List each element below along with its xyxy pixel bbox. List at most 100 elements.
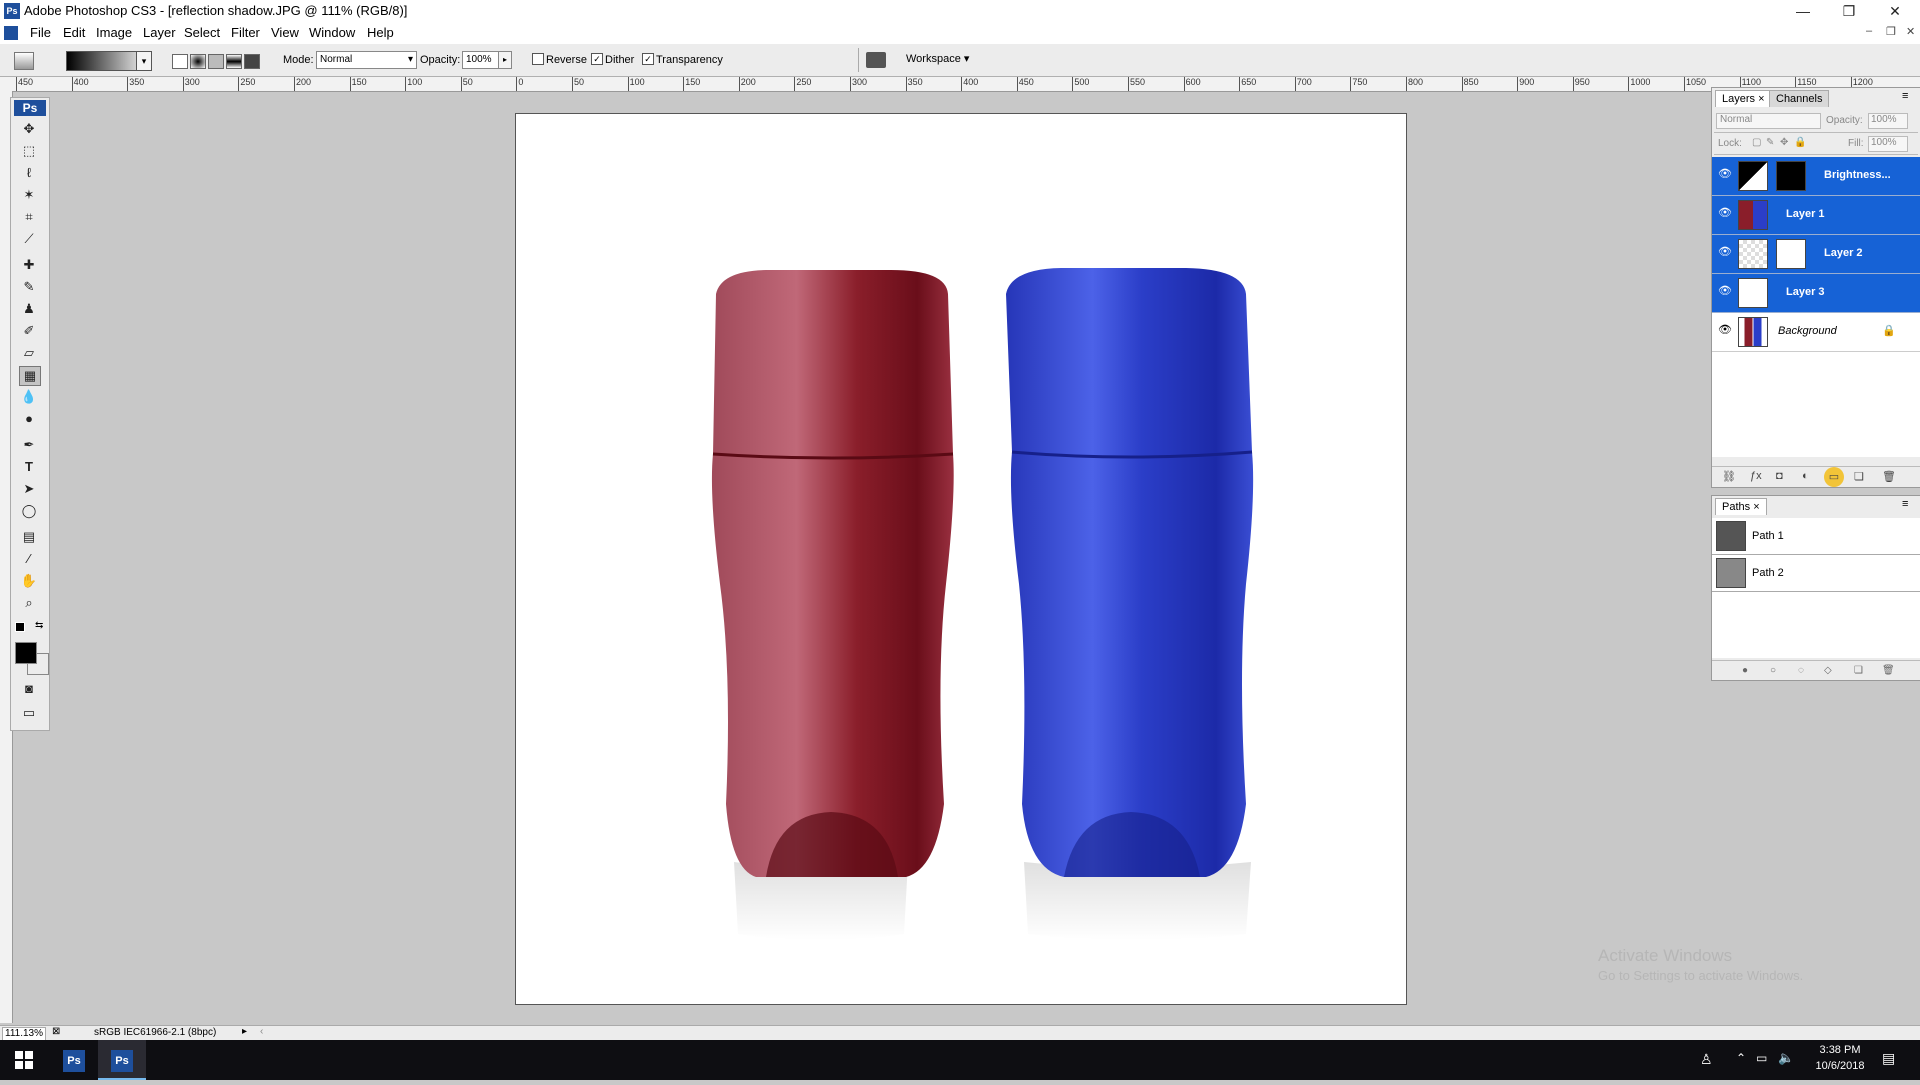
document-canvas[interactable] (515, 113, 1407, 1005)
brush-tool-icon[interactable]: ✎ (19, 278, 39, 296)
zoom-tool-icon[interactable]: ⌕ (19, 594, 39, 612)
gradient-picker-dropdown[interactable]: ▾ (136, 51, 152, 71)
doc-restore-button[interactable]: ❐ (1886, 25, 1896, 38)
visibility-eye-icon[interactable]: 👁 (1716, 167, 1734, 185)
doc-close-button[interactable]: ✕ (1906, 25, 1915, 38)
network-icon[interactable]: ▭ (1756, 1051, 1767, 1065)
mode-select[interactable]: Normal ▾ (316, 51, 417, 69)
new-path-icon[interactable]: ❏ (1854, 665, 1863, 676)
lasso-tool-icon[interactable]: ℓ (19, 164, 39, 182)
document-icon[interactable] (4, 26, 18, 40)
menu-filter[interactable]: Filter (231, 25, 260, 40)
history-brush-tool-icon[interactable]: ✐ (19, 322, 39, 340)
default-colors-icon[interactable] (15, 622, 25, 632)
visibility-eye-icon[interactable]: 👁 (1716, 323, 1734, 341)
menu-edit[interactable]: Edit (63, 25, 85, 40)
quick-mask-icon[interactable]: ◙ (19, 680, 39, 698)
menu-image[interactable]: Image (96, 25, 132, 40)
link-layers-icon[interactable]: ⛓ (1722, 470, 1736, 483)
panel-menu-icon[interactable]: ≡ (1902, 90, 1908, 102)
delete-layer-icon[interactable]: 🗑 (1882, 470, 1896, 483)
diamond-gradient-icon[interactable] (244, 54, 260, 69)
path-row[interactable]: Path 1 (1712, 518, 1920, 555)
status-menu-arrow-icon[interactable]: ▸ (242, 1026, 247, 1037)
swap-colors-icon[interactable]: ⇆ (35, 620, 43, 631)
bridge-icon[interactable] (866, 52, 886, 68)
close-button[interactable]: ✕ (1872, 0, 1918, 22)
angle-gradient-icon[interactable] (208, 54, 224, 69)
delete-path-icon[interactable]: 🗑 (1882, 665, 1895, 676)
close-icon[interactable]: × (1758, 93, 1764, 105)
magic-wand-tool-icon[interactable]: ✶ (19, 186, 39, 204)
zoom-field[interactable]: 111.13% (2, 1027, 46, 1041)
reverse-checkbox[interactable] (532, 53, 544, 65)
tab-paths[interactable]: Paths × (1715, 498, 1767, 515)
gradient-tool-preset-icon[interactable] (14, 52, 34, 70)
volume-icon[interactable]: 🔈 (1778, 1050, 1794, 1066)
eyedropper-tool-icon[interactable]: ⁄ (19, 550, 39, 568)
layer-row-background[interactable]: 👁 Background 🔒 (1712, 313, 1920, 352)
taskbar-app-photoshop-active[interactable]: Ps (98, 1040, 146, 1080)
fill-field[interactable]: 100% (1868, 136, 1908, 152)
transparency-checkbox[interactable]: ✓ (642, 53, 654, 65)
chevron-up-icon[interactable]: ⌃ (1736, 1051, 1746, 1065)
lock-pixels-icon[interactable]: ✎ (1766, 137, 1774, 148)
close-icon[interactable]: × (1753, 501, 1759, 513)
layer-style-icon[interactable]: ƒx (1750, 470, 1762, 482)
minimize-button[interactable]: — (1780, 0, 1826, 22)
lock-position-icon[interactable]: ✥ (1780, 137, 1788, 148)
restore-button[interactable]: ❐ (1826, 0, 1872, 22)
marquee-tool-icon[interactable]: ⬚ (19, 142, 39, 160)
eraser-tool-icon[interactable]: ▱ (19, 344, 39, 362)
layer-row-layer3[interactable]: 👁 Layer 3 (1712, 274, 1920, 313)
linear-gradient-icon[interactable] (172, 54, 188, 69)
move-tool-icon[interactable]: ✥ (19, 120, 39, 138)
people-icon[interactable]: ♙ (1700, 1051, 1713, 1068)
layer-row-layer2[interactable]: 👁 Layer 2 (1712, 235, 1920, 274)
menu-layer[interactable]: Layer (143, 25, 176, 40)
adjustment-layer-button-icon[interactable]: ◐ (1802, 470, 1809, 482)
action-center-icon[interactable]: ▤ (1882, 1050, 1895, 1067)
dither-checkbox[interactable]: ✓ (591, 53, 603, 65)
type-tool-icon[interactable]: T (19, 458, 39, 476)
workspace-button[interactable]: Workspace ▾ (906, 52, 969, 65)
taskbar-app-photoshop[interactable]: Ps (50, 1040, 98, 1080)
layer-mask-thumbnail[interactable] (1776, 239, 1806, 269)
crop-tool-icon[interactable]: ⌗ (19, 208, 39, 226)
opacity-slider-arrow-icon[interactable]: ▸ (498, 51, 512, 69)
tab-layers[interactable]: Layers × (1715, 90, 1772, 107)
visibility-eye-icon[interactable]: 👁 (1716, 206, 1734, 224)
load-selection-icon[interactable]: ◌ (1798, 665, 1804, 676)
visibility-eye-icon[interactable]: 👁 (1716, 245, 1734, 263)
visibility-eye-icon[interactable]: 👁 (1716, 284, 1734, 302)
menu-file[interactable]: File (30, 25, 51, 40)
start-button[interactable] (0, 1040, 48, 1080)
lock-all-icon[interactable]: 🔒 (1794, 137, 1806, 148)
blur-tool-icon[interactable]: 💧 (19, 388, 39, 406)
clock[interactable]: 3:38 PM 10/6/2018 (1810, 1044, 1870, 1072)
layer-row-layer1[interactable]: 👁 Layer 1 (1712, 196, 1920, 235)
doc-minimize-button[interactable]: – (1866, 25, 1872, 37)
new-layer-icon[interactable]: ❏ (1854, 470, 1864, 483)
path-selection-tool-icon[interactable]: ➤ (19, 480, 39, 498)
menu-help[interactable]: Help (367, 25, 394, 40)
menu-window[interactable]: Window (309, 25, 355, 40)
lock-transparency-icon[interactable]: ▢ (1752, 137, 1761, 148)
tab-channels[interactable]: Channels (1769, 90, 1830, 107)
new-group-icon[interactable]: ▭ (1824, 467, 1844, 487)
ellipse-tool-icon[interactable]: ◯ (19, 502, 39, 520)
notes-tool-icon[interactable]: ▤ (19, 528, 39, 546)
hand-tool-icon[interactable]: ✋ (19, 572, 39, 590)
gradient-tool-icon[interactable]: ▦ (19, 366, 41, 386)
layer-row-brightness[interactable]: 👁 Brightness... (1712, 157, 1920, 196)
status-icon[interactable]: ⊠ (52, 1026, 60, 1037)
screen-mode-icon[interactable]: ▭ (19, 704, 39, 722)
pen-tool-icon[interactable]: ✒ (19, 436, 39, 454)
add-mask-icon[interactable]: ◘ (1776, 470, 1783, 482)
stroke-path-icon[interactable]: ○ (1770, 665, 1776, 676)
fill-path-icon[interactable]: ● (1742, 665, 1748, 676)
healing-tool-icon[interactable]: ✚ (19, 256, 39, 274)
menu-view[interactable]: View (271, 25, 299, 40)
path-row[interactable]: Path 2 (1712, 555, 1920, 592)
clone-stamp-tool-icon[interactable]: ♟ (19, 300, 39, 318)
